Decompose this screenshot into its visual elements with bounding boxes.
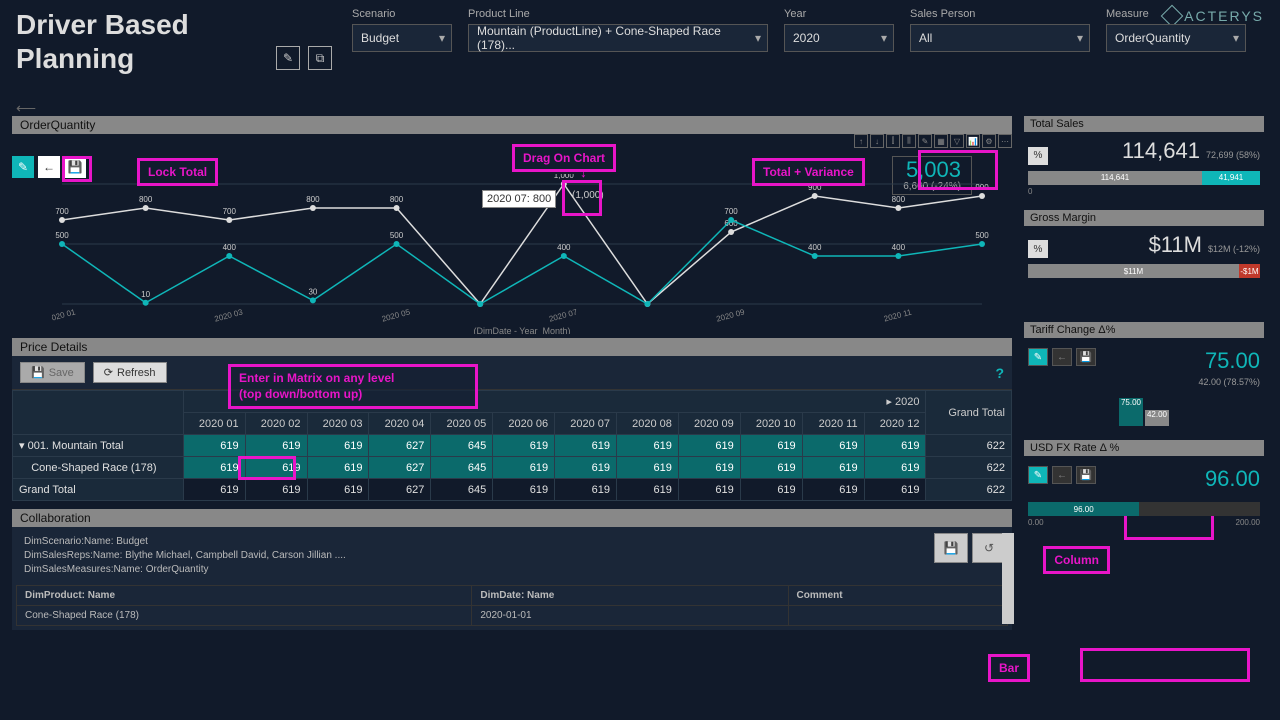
salesperson-label: Sales Person (910, 8, 1090, 20)
line-chart[interactable]: ↑ ↓ ⫿ ⫼ ✎ ▦ ▽ 📊 ⚙ ⋯ ✎ ← 💾 5,003 6,600 (-… (12, 134, 1012, 334)
svg-text:700: 700 (223, 207, 237, 216)
svg-text:400: 400 (223, 243, 237, 252)
tariff-col-a: 75.00 (1119, 398, 1143, 426)
svg-text:700: 700 (55, 207, 69, 216)
tariff-save-icon[interactable]: 💾 (1076, 348, 1096, 366)
chart-toolbar: ↑ ↓ ⫿ ⫼ ✎ ▦ ▽ 📊 ⚙ ⋯ (854, 134, 1012, 148)
chart-edit-button[interactable]: ✎ (12, 156, 34, 178)
annot-column: Column (1043, 546, 1110, 574)
fx-save-icon[interactable]: 💾 (1076, 466, 1096, 484)
svg-text:2020 09: 2020 09 (715, 307, 746, 323)
fx-edit-icon[interactable]: ✎ (1028, 466, 1048, 484)
svg-text:500: 500 (390, 231, 404, 240)
svg-text:(DimDate - Year_Month): (DimDate - Year_Month) (473, 326, 570, 334)
collab-meta: DimScenario:Name: BudgetDimSalesReps:Nam… (16, 531, 1008, 581)
tb-down-icon[interactable]: ↓ (870, 134, 884, 148)
svg-text:800: 800 (139, 195, 153, 204)
tb-bar2-icon[interactable]: ⫼ (902, 134, 916, 148)
svg-text:500: 500 (55, 231, 69, 240)
tariff-sub: 42.00 (78.57%) (1198, 377, 1260, 387)
kpi-tariff-title: Tariff Change Δ% (1024, 322, 1264, 338)
matrix-title: Price Details (12, 338, 1012, 356)
tariff-edit-icon[interactable]: ✎ (1028, 348, 1048, 366)
price-matrix[interactable]: ▸ 2020Grand Total2020 012020 022020 0320… (12, 390, 1012, 501)
svg-text:1,000: 1,000 (554, 174, 575, 180)
svg-text:900: 900 (808, 183, 822, 192)
svg-text:2020 01: 2020 01 (52, 307, 77, 323)
year-select[interactable]: 2020 (784, 24, 894, 52)
tariff-back-icon[interactable]: ← (1052, 348, 1072, 366)
svg-text:2020 05: 2020 05 (381, 307, 412, 323)
svg-text:400: 400 (892, 243, 906, 252)
tariff-value: 75.00 (1205, 348, 1260, 374)
kpi-fx-title: USD FX Rate Δ % (1024, 440, 1264, 456)
refresh-button[interactable]: ⟳ Refresh (93, 362, 167, 383)
annot-drag: Drag On Chart (512, 144, 616, 172)
svg-text:900: 900 (975, 183, 989, 192)
kpi-gm-title: Gross Margin (1024, 210, 1264, 226)
tb-chart-icon[interactable]: 📊 (966, 134, 980, 148)
scenario-label: Scenario (352, 8, 452, 20)
salesperson-select[interactable]: All (910, 24, 1090, 52)
total-sales-value: 114,641 (1122, 138, 1200, 164)
tariff-col-b: 42.00 (1145, 410, 1169, 426)
collab-title: Collaboration (12, 509, 1012, 527)
save-button[interactable]: 💾 Save (20, 362, 85, 383)
total-sales-sub: 72,699 (58%) (1206, 150, 1260, 160)
chart-tooltip: 2020 07: 800 (482, 190, 556, 208)
fx-value: 96.00 (1205, 466, 1260, 492)
tooltip-series2: (1,000) (572, 190, 604, 201)
collab-undo-icon[interactable]: ↺ (972, 533, 1006, 563)
svg-text:800: 800 (892, 195, 906, 204)
fx-back-icon[interactable]: ← (1052, 466, 1072, 484)
product-select[interactable]: Mountain (ProductLine) + Cone-Shaped Rac… (468, 24, 768, 52)
scrollbar[interactable] (1002, 533, 1014, 624)
tb-edit-icon[interactable]: ✎ (918, 134, 932, 148)
edit-icon[interactable]: ✎ (276, 46, 300, 70)
chart-title: OrderQuantity (12, 116, 1012, 134)
svg-text:400: 400 (557, 243, 571, 252)
collab-table[interactable]: DimProduct: NameDimDate: NameCommentCone… (16, 585, 1008, 626)
scenario-select[interactable]: Budget (352, 24, 452, 52)
svg-text:10: 10 (141, 290, 150, 299)
brand-logo: ACTERYS (1164, 8, 1264, 24)
tb-grid-icon[interactable]: ▦ (934, 134, 948, 148)
svg-text:500: 500 (975, 231, 989, 240)
svg-text:400: 400 (808, 243, 822, 252)
svg-text:800: 800 (306, 195, 320, 204)
measure-select[interactable]: OrderQuantity (1106, 24, 1246, 52)
svg-text:2020 11: 2020 11 (883, 307, 913, 323)
page-title: Driver BasedPlanning (16, 8, 276, 75)
brand-text: ACTERYS (1184, 8, 1264, 24)
annot-bar: Bar (988, 654, 1030, 682)
help-icon[interactable]: ? (995, 365, 1004, 381)
tb-filter-icon[interactable]: ▽ (950, 134, 964, 148)
tb-more-icon[interactable]: ⋯ (998, 134, 1012, 148)
year-label: Year (784, 8, 894, 20)
tb-gear-icon[interactable]: ⚙ (982, 134, 996, 148)
svg-text:2020 07: 2020 07 (548, 307, 579, 323)
annot-bar-box (1080, 648, 1250, 682)
collab-save-icon[interactable]: 💾 (934, 533, 968, 563)
svg-text:800: 800 (390, 195, 404, 204)
pct-toggle-gm[interactable]: % (1028, 240, 1048, 258)
svg-text:30: 30 (308, 287, 317, 296)
svg-text:700: 700 (724, 207, 738, 216)
tb-bar-icon[interactable]: ⫿ (886, 134, 900, 148)
pct-toggle[interactable]: % (1028, 147, 1048, 165)
gm-sub: $12M (-12%) (1208, 244, 1260, 254)
back-arrow-icon[interactable]: ⟵ (16, 100, 36, 117)
kpi-total-sales-title: Total Sales (1024, 116, 1264, 132)
gm-value: $11M (1149, 232, 1202, 258)
copy-icon[interactable]: ⧉ (308, 46, 332, 70)
product-label: Product Line (468, 8, 768, 20)
tb-up-icon[interactable]: ↑ (854, 134, 868, 148)
svg-text:2020 03: 2020 03 (213, 307, 244, 323)
